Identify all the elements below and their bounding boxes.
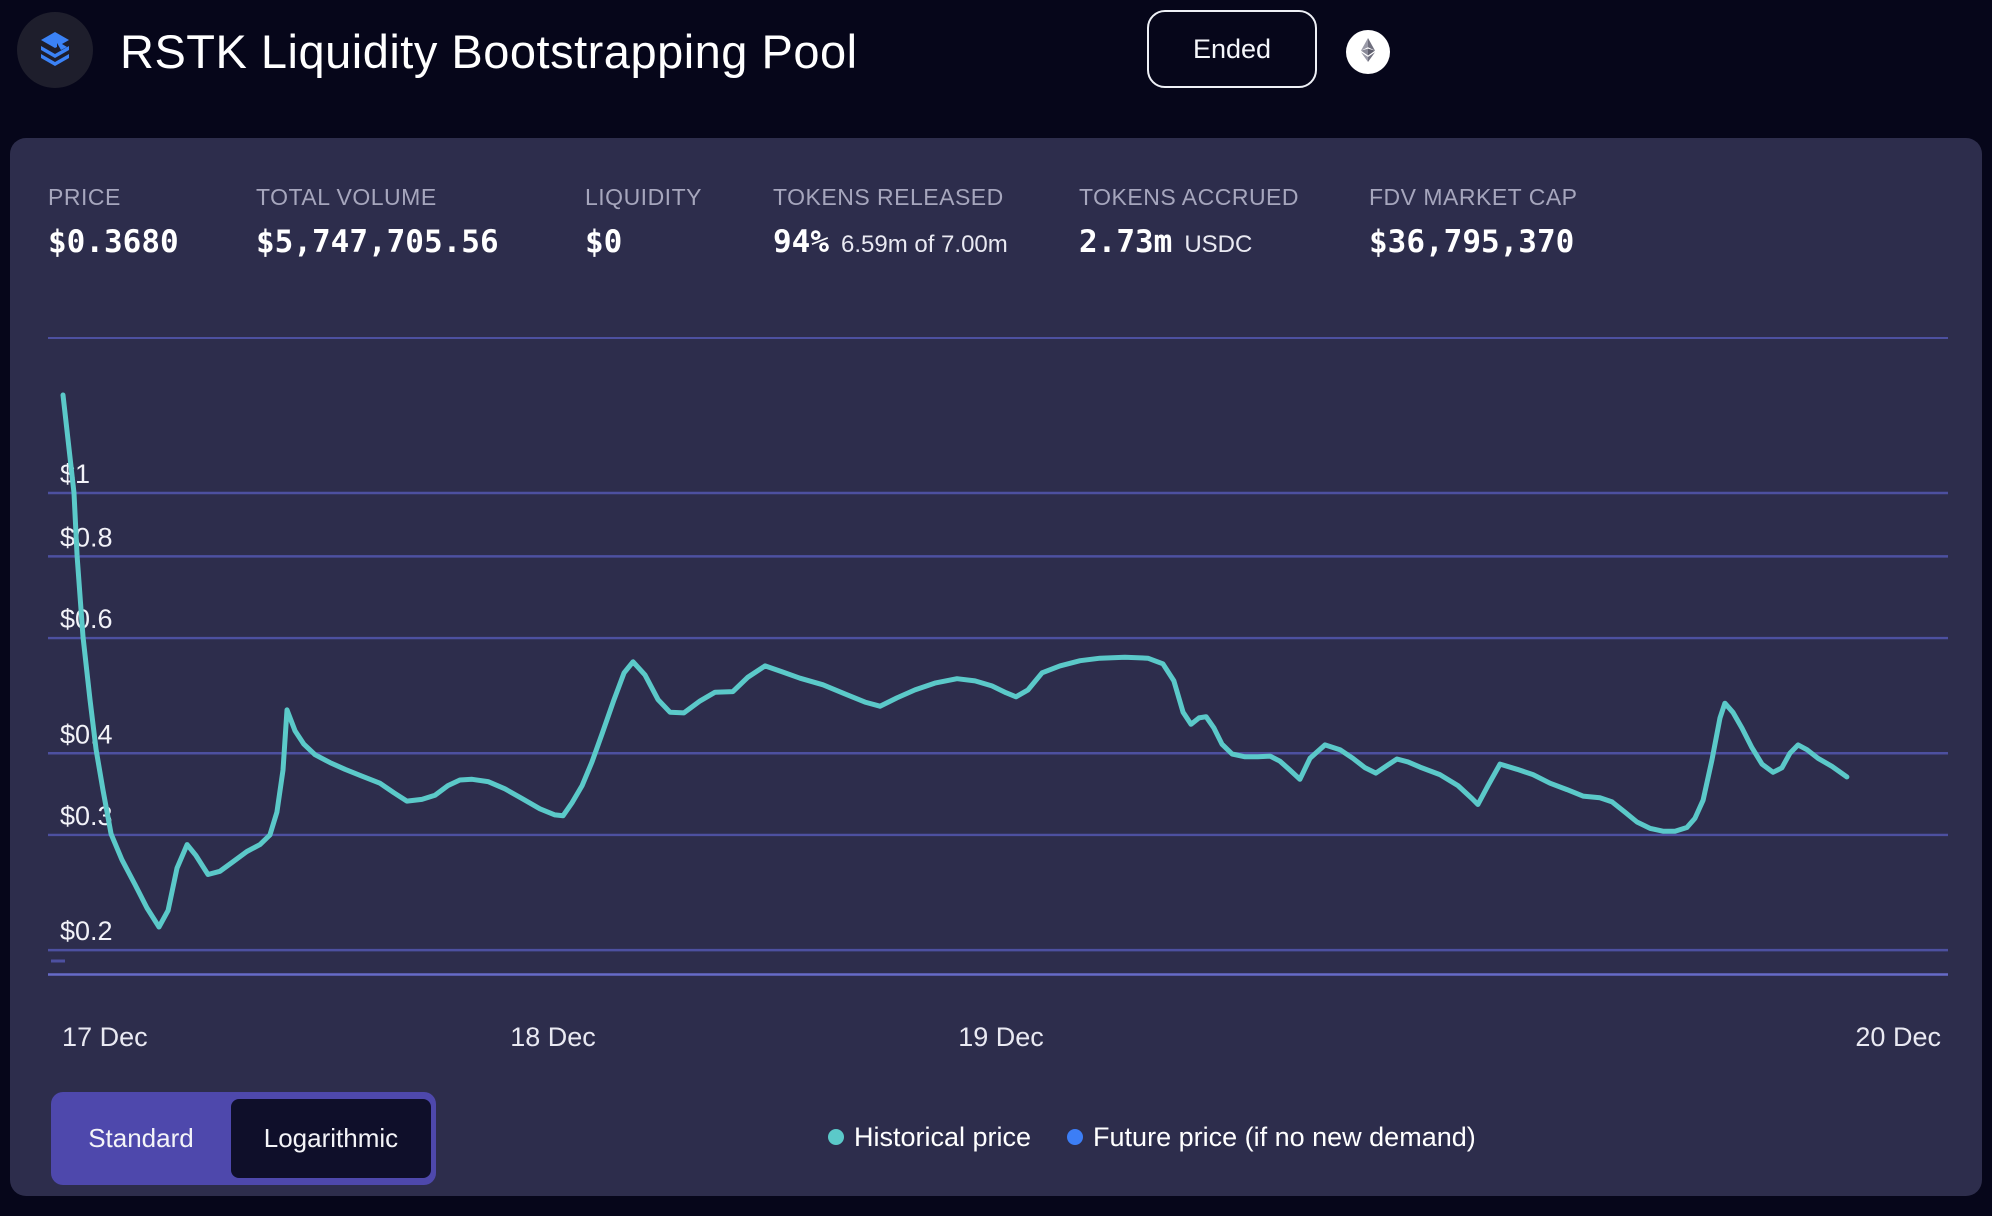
x-axis-label: 20 Dec [1855,1022,1941,1053]
pool-logo[interactable] [17,12,93,88]
stat-value: $0 [585,224,622,260]
y-axis-label: $0.4 [60,719,113,749]
y-axis-label: $0.6 [60,604,113,634]
stat-label: FDV MARKET CAP [1369,184,1578,210]
stat-label: TOTAL VOLUME [256,184,499,210]
scale-option-logarithmic[interactable]: Logarithmic [231,1099,431,1178]
stat-price: PRICE $0.3680 [48,184,179,260]
page-title: RSTK Liquidity Bootstrapping Pool [120,16,858,88]
stat-tokens-released: TOKENS RELEASED 94% 6.59m of 7.00m [773,184,1008,260]
stat-label: TOKENS ACCRUED [1079,184,1299,210]
stats-row: PRICE $0.3680 TOTAL VOLUME $5,747,705.56 L… [10,184,1982,294]
chart-legend: Historical price Future price (if no new … [828,1118,1476,1156]
stat-value: $0.3680 [48,224,179,260]
stat-total-volume: TOTAL VOLUME $5,747,705.56 [256,184,499,260]
x-axis-label: 19 Dec [958,1022,1044,1053]
x-axis-label: 17 Dec [62,1022,148,1053]
stat-liquidity: LIQUIDITY $0 [585,184,702,260]
scale-toggle: StandardLogarithmic [51,1092,436,1185]
y-axis-label: $0.8 [60,522,113,552]
page: { "header": { "title": "RSTK Liquidity B… [0,0,1992,1216]
stat-label: PRICE [48,184,179,210]
legend-item-historical[interactable]: Historical price [828,1122,1031,1153]
stat-value: 94% [773,224,829,260]
app-header: RSTK Liquidity Bootstrapping Pool Ended [0,0,1992,128]
stacked-layers-r-icon [31,24,79,77]
stat-label: TOKENS RELEASED [773,184,1008,210]
ethereum-icon [1355,37,1381,68]
legend-item-future[interactable]: Future price (if no new demand) [1067,1122,1476,1153]
network-button[interactable] [1346,30,1390,74]
price-chart[interactable]: $1$0.8$0.6$0.4$0.3$0.2 [48,337,1948,976]
series-historical-price [63,395,1847,927]
stat-suffix: USDC [1184,231,1252,259]
stat-fdv-market-cap: FDV MARKET CAP $36,795,370 [1369,184,1578,260]
y-axis-label: $0.2 [60,916,113,946]
pool-panel: PRICE $0.3680 TOTAL VOLUME $5,747,705.56 L… [10,138,1982,1196]
x-axis-labels: 17 Dec 18 Dec 19 Dec 20 Dec [48,1022,1948,1054]
stat-value: $36,795,370 [1369,224,1574,260]
stat-label: LIQUIDITY [585,184,702,210]
stat-tokens-accrued: TOKENS ACCRUED 2.73m USDC [1079,184,1299,260]
legend-label: Historical price [854,1122,1031,1153]
legend-dot-icon [1067,1129,1083,1145]
legend-dot-icon [828,1129,844,1145]
x-axis-label: 18 Dec [510,1022,596,1053]
scale-option-standard[interactable]: Standard [51,1092,231,1185]
stat-value: 2.73m [1079,224,1172,260]
stat-suffix: 6.59m of 7.00m [841,231,1008,259]
status-badge[interactable]: Ended [1147,10,1317,88]
stat-value: $5,747,705.56 [256,224,499,260]
legend-label: Future price (if no new demand) [1093,1122,1476,1153]
